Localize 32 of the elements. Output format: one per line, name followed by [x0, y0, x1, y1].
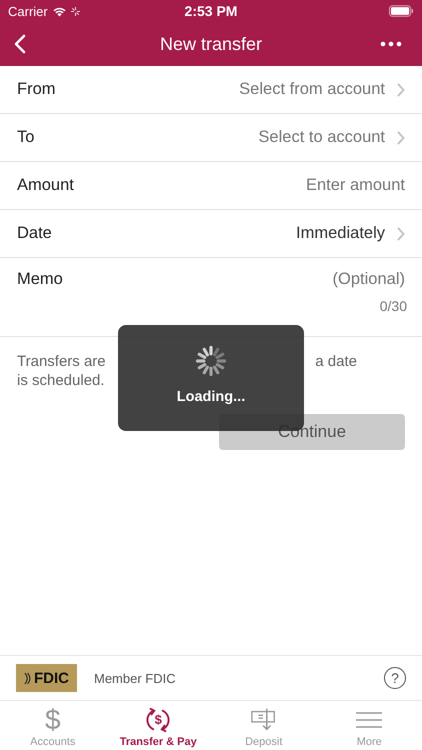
dollar-icon: $: [44, 706, 61, 734]
chevron-icon: [397, 130, 405, 144]
field-label: Amount: [17, 176, 74, 195]
fdic-logo: FDIC: [16, 664, 77, 692]
character-counter: 0/30: [380, 298, 407, 314]
logo-stripes-icon: [24, 670, 33, 686]
nav-title: New transfer: [158, 34, 264, 54]
field-label: From: [17, 80, 56, 99]
chevron-icon: [397, 82, 405, 96]
back-icon[interactable]: [14, 34, 26, 54]
field-label: Memo: [17, 270, 63, 289]
field-label: To: [17, 128, 34, 147]
amount-field[interactable]: Enter amount: [306, 176, 405, 195]
member-label: Member FDIC: [94, 670, 176, 686]
more-icon[interactable]: [380, 41, 402, 47]
activity-icon: [70, 6, 80, 16]
spinner-icon: [193, 343, 229, 379]
memo-field[interactable]: (Optional): [332, 270, 405, 289]
picker-value[interactable]: Select to account: [258, 128, 385, 147]
picker-value[interactable]: Select from account: [239, 80, 385, 99]
transfer-note: a date: [315, 352, 357, 371]
transfer-note: Transfers are: [17, 352, 106, 371]
picker-value[interactable]: Immediately: [296, 224, 385, 243]
transfer-note: is scheduled.: [17, 371, 105, 390]
battery-icon: [389, 5, 414, 17]
wifi-icon: [52, 6, 67, 16]
status-time: 2:53 PM: [184, 3, 238, 19]
field-label: Date: [17, 224, 52, 243]
carrier-label: Carrier: [8, 4, 48, 18]
loading-label: Loading...: [176, 389, 246, 405]
chevron-icon: [397, 226, 405, 240]
help-button[interactable]: ?: [384, 667, 406, 689]
